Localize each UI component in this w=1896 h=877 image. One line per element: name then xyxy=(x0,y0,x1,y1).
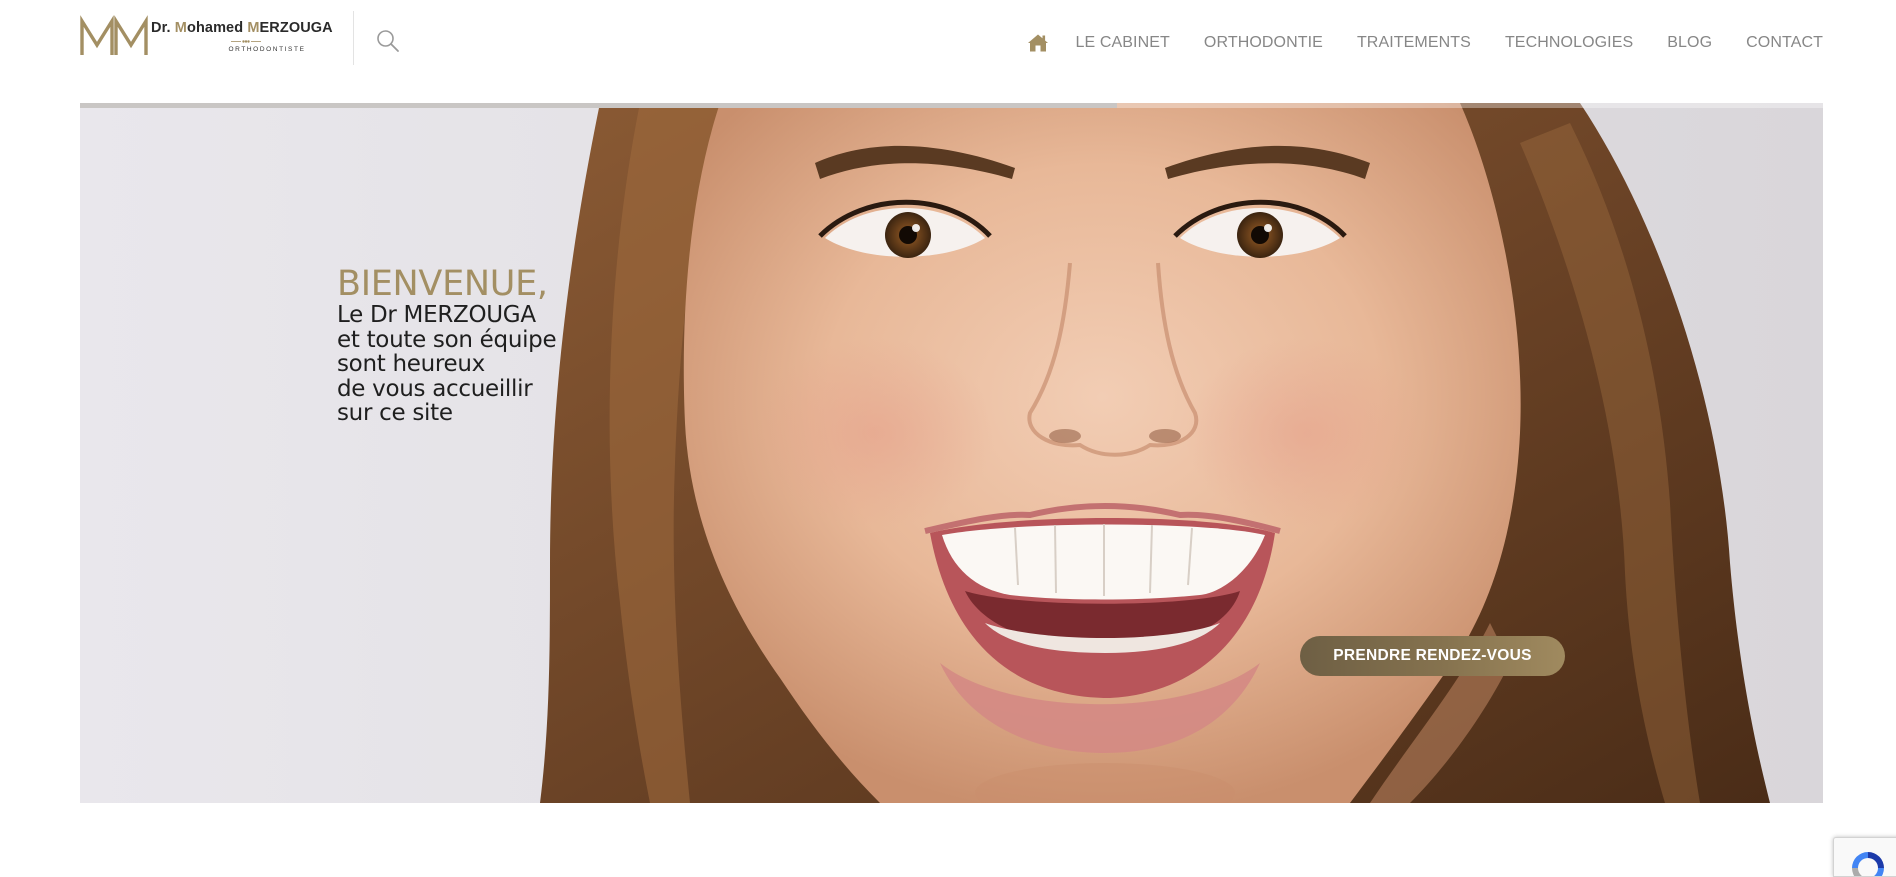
hero-welcome-block: BIENVENUE, Le Dr MERZOUGA et toute son é… xyxy=(337,264,557,426)
nav-item-traitements[interactable]: TRAITEMENTS xyxy=(1357,34,1471,52)
site-header: Dr. Mohamed MERZOUGA ORTHODONTISTE LE CA… xyxy=(0,0,1896,103)
book-appointment-button[interactable]: PRENDRE RENDEZ-VOUS xyxy=(1300,636,1565,676)
monogram-logo-icon xyxy=(80,15,148,55)
logo-subtitle: ORTHODONTISTE xyxy=(228,46,306,53)
header-divider xyxy=(353,11,354,65)
hero-text-line: sont heureux xyxy=(337,351,485,377)
main-navigation: LE CABINET ORTHODONTIE TRAITEMENTS TECHN… xyxy=(1027,28,1823,58)
search-icon[interactable] xyxy=(375,28,401,54)
nav-item-technologies[interactable]: TECHNOLOGIES xyxy=(1505,34,1633,52)
nav-item-orthodontie[interactable]: ORTHODONTIE xyxy=(1204,34,1323,52)
site-logo[interactable]: Dr. Mohamed MERZOUGA ORTHODONTISTE xyxy=(80,15,333,62)
nav-item-blog[interactable]: BLOG xyxy=(1667,34,1712,52)
hero-text-line: sur ce site xyxy=(337,400,453,426)
hero-text-line: et toute son équipe xyxy=(337,326,557,353)
logo-ornament-icon xyxy=(231,40,261,43)
recaptcha-icon xyxy=(1852,852,1884,876)
hero-slider: BIENVENUE, Le Dr MERZOUGA et toute son é… xyxy=(80,103,1823,803)
hero-welcome-heading: BIENVENUE, xyxy=(337,264,548,304)
nav-item-contact[interactable]: CONTACT xyxy=(1746,34,1823,52)
home-icon[interactable] xyxy=(1027,33,1049,53)
slider-progress-bar xyxy=(80,103,1823,108)
recaptcha-badge[interactable] xyxy=(1833,837,1896,877)
hero-smiling-woman-image xyxy=(80,103,1823,803)
nav-item-le-cabinet[interactable]: LE CABINET xyxy=(1076,34,1170,52)
hero-text-line: Le Dr MERZOUGA xyxy=(337,302,536,328)
hero-text-line: de vous accueillir xyxy=(337,375,533,402)
slider-progress-fill xyxy=(80,103,1118,108)
logo-doctor-name: Dr. Mohamed MERZOUGA xyxy=(151,20,333,36)
